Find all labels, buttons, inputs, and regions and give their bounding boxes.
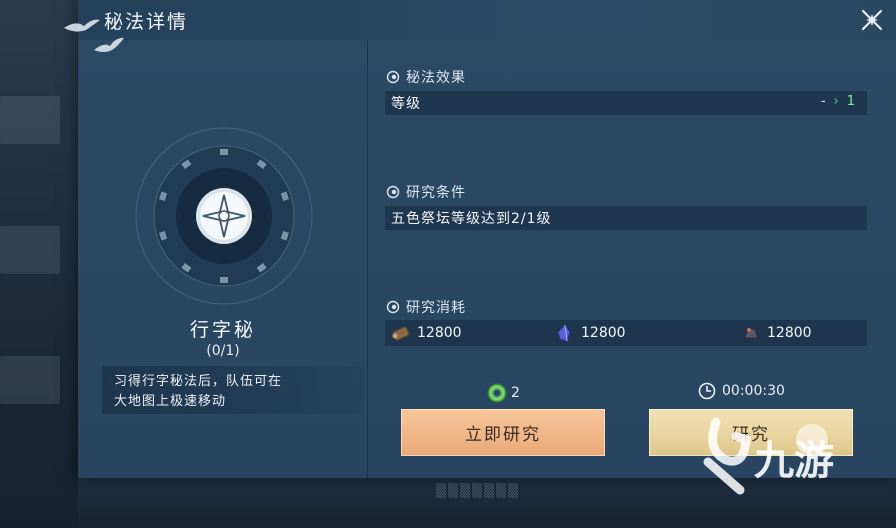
cost-row: 12800 12800 12800 xyxy=(385,320,867,346)
green-arrow-icon: › xyxy=(833,94,839,109)
research-timer: 00:00:30 xyxy=(698,382,785,400)
skill-overview: 行字秘 (0/1) 习得行字秘法后，队伍可在 大地图上极速移动 xyxy=(78,40,368,478)
background-blurred-text: ▒▒▒▒▒▒▒ xyxy=(436,484,520,499)
crystal-resource-icon xyxy=(557,324,571,342)
wood-resource-icon xyxy=(392,326,410,341)
section-marker-icon xyxy=(386,185,400,199)
close-x-icon[interactable] xyxy=(860,8,884,32)
cost-heading-text: 研究消耗 xyxy=(406,300,466,316)
jade-amount: 2 xyxy=(511,385,520,401)
cost-item-crystal: 12800 xyxy=(555,324,626,342)
effect-row: 等级 - › 1 xyxy=(385,91,867,115)
cost-item-wood: 12800 xyxy=(391,324,462,342)
background-item xyxy=(0,96,60,144)
background-item xyxy=(0,356,60,404)
skill-description: 习得行字秘法后，队伍可在 大地图上极速移动 xyxy=(114,372,344,412)
dialog-header: 秘法详情 xyxy=(78,0,896,40)
wood-amount: 12800 xyxy=(417,325,462,341)
cost-heading: 研究消耗 xyxy=(386,297,466,317)
section-marker-icon xyxy=(386,70,400,84)
skill-description-line: 习得行字秘法后，队伍可在 xyxy=(114,374,283,389)
jade-coin-icon xyxy=(487,383,507,403)
column-divider xyxy=(367,40,368,478)
skill-progress-count: (0/1) xyxy=(206,343,240,359)
crystal-amount: 12800 xyxy=(581,325,626,341)
instant-cost: 2 xyxy=(486,382,520,404)
condition-row: 五色祭坛等级达到2/1级 xyxy=(385,206,867,230)
cost-item-iron: 12800 xyxy=(741,324,812,342)
instant-research-button[interactable]: 立即研究 xyxy=(401,409,605,456)
section-marker-icon xyxy=(386,300,400,314)
condition-heading: 研究条件 xyxy=(386,182,466,202)
condition-heading-text: 研究条件 xyxy=(406,185,466,201)
condition-text: 五色祭坛等级达到2/1级 xyxy=(391,211,552,227)
dialog-title: 秘法详情 xyxy=(104,11,189,33)
level-from: - xyxy=(820,94,826,109)
background-game-sidebar xyxy=(0,0,78,528)
skill-description-line: 大地图上极速移动 xyxy=(114,394,227,409)
level-to: 1 xyxy=(846,94,855,109)
background-item xyxy=(0,226,60,274)
watermark-text: 九游 xyxy=(754,438,834,484)
iron-amount: 12800 xyxy=(767,325,812,341)
compass-emblem-icon xyxy=(135,127,313,305)
skill-name: 行字秘 xyxy=(189,319,256,341)
iron-resource-icon xyxy=(743,327,759,339)
research-time: 00:00:30 xyxy=(722,383,785,399)
jiuyou-watermark-logo: 九游 xyxy=(703,417,834,495)
level-change: - › 1 xyxy=(821,94,855,109)
clock-icon xyxy=(698,382,716,400)
effect-label: 等级 xyxy=(391,96,421,112)
effect-heading: 秘法效果 xyxy=(386,67,466,87)
effect-heading-text: 秘法效果 xyxy=(406,70,466,86)
